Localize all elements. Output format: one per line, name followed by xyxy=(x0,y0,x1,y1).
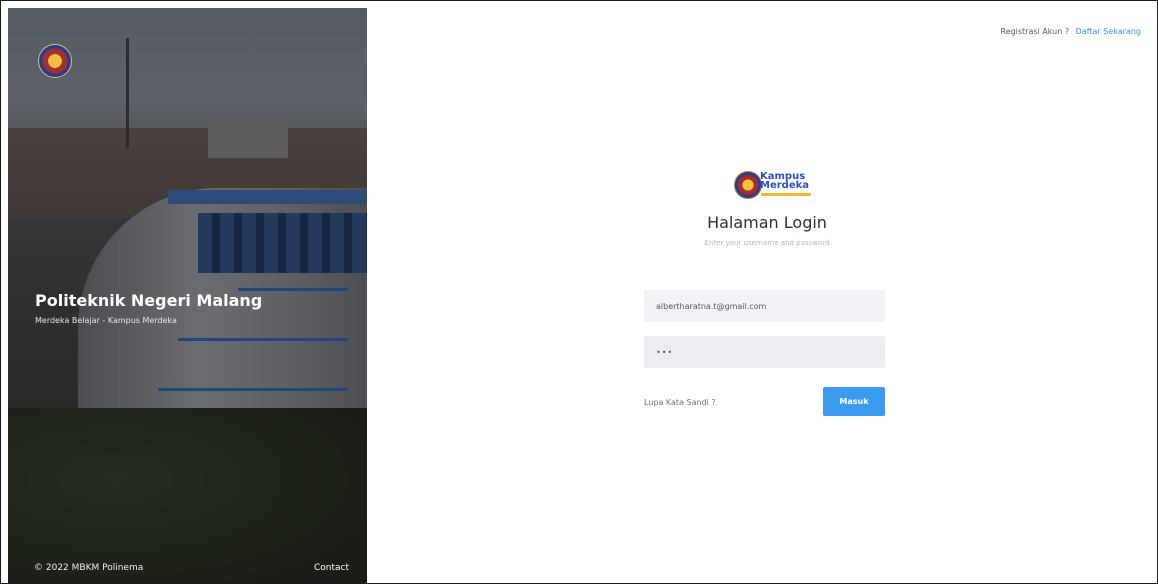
registration-question: Registrasi Akun ? xyxy=(1000,27,1070,36)
page-title: Halaman Login xyxy=(707,213,827,232)
brand-wordmark: Kampus Merdeka xyxy=(760,172,810,191)
copyright-text: © 2022 MBKM Polinema xyxy=(34,563,144,573)
kampus-merdeka-brand: Kampus Merdeka xyxy=(734,169,814,199)
brand-line-2: Merdeka xyxy=(760,180,810,191)
login-button[interactable]: Masuk xyxy=(823,387,885,416)
page-frame: Politeknik Negeri Malang Merdeka Belajar… xyxy=(0,0,1158,584)
registration-prompt: Registrasi Akun ? Daftar Sekarang xyxy=(1000,27,1141,36)
contact-link[interactable]: Contact xyxy=(314,563,349,573)
hero-panel: Politeknik Negeri Malang Merdeka Belajar… xyxy=(8,8,367,583)
email-input[interactable] xyxy=(644,290,885,322)
brand-underline xyxy=(761,193,811,196)
hero-subtitle: Merdeka Belajar - Kampus Merdeka xyxy=(35,316,177,325)
password-input[interactable] xyxy=(644,336,885,368)
polinema-logo-icon xyxy=(38,44,72,78)
hero-title: Politeknik Negeri Malang xyxy=(35,291,263,310)
register-link[interactable]: Daftar Sekarang xyxy=(1076,27,1141,36)
login-hint: Enter your username and password xyxy=(704,239,830,247)
kampus-merdeka-logo-icon xyxy=(734,171,762,199)
forgot-password-link[interactable]: Lupa Kata Sandi ? xyxy=(644,398,716,407)
